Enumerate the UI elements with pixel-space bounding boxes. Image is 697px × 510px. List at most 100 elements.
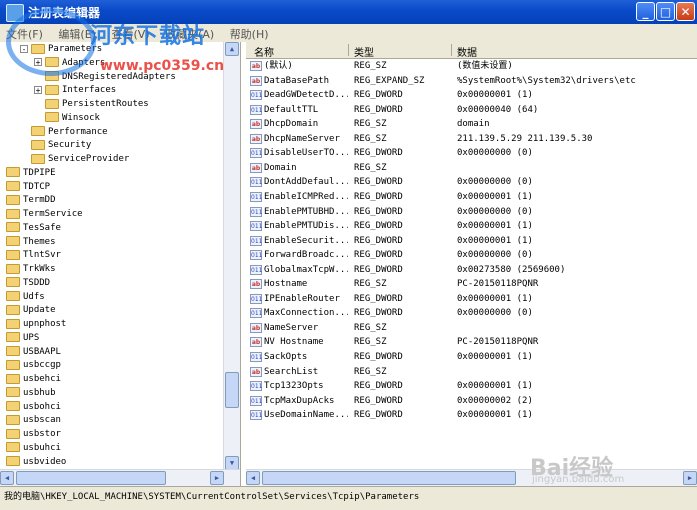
scroll-right-icon[interactable]: ▶: [210, 471, 224, 485]
scroll-up-icon[interactable]: ▲: [225, 42, 239, 56]
tree-vertical-scrollbar[interactable]: ▲ ▼: [223, 42, 240, 470]
values-horizontal-scrollbar[interactable]: ◀ ▶: [246, 469, 697, 486]
value-row[interactable]: 011 SackOpts REG_DWORD 0x00000001 (1): [246, 350, 697, 365]
value-row[interactable]: 011 DisableUserTO... REG_DWORD 0x00000000 (…: [246, 146, 697, 161]
tree-item[interactable]: UPS: [6, 332, 39, 345]
scroll-thumb[interactable]: [16, 471, 166, 485]
value-row[interactable]: 011 DefaultTTL REG_DWORD 0x00000040 (64): [246, 103, 697, 118]
string-value-icon: ab: [250, 337, 262, 348]
tree-item[interactable]: TDPIPE: [6, 167, 56, 180]
value-type: REG_DWORD: [354, 148, 403, 159]
tree-item[interactable]: TesSafe: [6, 222, 61, 235]
scroll-thumb[interactable]: [262, 471, 516, 485]
value-row[interactable]: 011 GlobalmaxTcpW... REG_DWORD 0x00273580 (…: [246, 263, 697, 278]
value-row[interactable]: 011 MaxConnection... REG_DWORD 0x00000000 (…: [246, 306, 697, 321]
status-bar: 我的电脑\HKEY_LOCAL_MACHINE\SYSTEM\CurrentCo…: [0, 486, 697, 510]
column-type[interactable]: 类型: [354, 44, 374, 59]
tree-item[interactable]: + Interfaces: [34, 84, 116, 97]
value-row[interactable]: ab DhcpDomain REG_SZ domain: [246, 117, 697, 132]
value-row[interactable]: 011 IPEnableRouter REG_DWORD 0x00000001 (1): [246, 292, 697, 307]
folder-icon: [6, 387, 20, 398]
value-row[interactable]: 011 DontAddDefaul... REG_DWORD 0x00000000 (…: [246, 175, 697, 190]
value-row[interactable]: ab NV Hostname REG_SZ PC-20150118PQNR: [246, 335, 697, 350]
tree-item[interactable]: upnphost: [6, 318, 66, 331]
tree-item-label: TlntSvr: [23, 250, 61, 261]
tree-item[interactable]: TrkWks: [6, 263, 56, 276]
string-value-icon: ab: [250, 119, 262, 130]
tree-item[interactable]: Winsock: [34, 112, 100, 125]
tree-item[interactable]: Performance: [20, 126, 108, 139]
value-row[interactable]: ab DhcpNameServer REG_SZ 211.139.5.29 211.1…: [246, 132, 697, 147]
tree-item-label: Udfs: [23, 291, 45, 302]
folder-icon: [6, 249, 20, 260]
column-header: 名称 类型 数据: [246, 42, 697, 59]
scroll-right-icon[interactable]: ▶: [683, 471, 697, 485]
folder-icon: [6, 456, 20, 466]
value-row[interactable]: ab NameServer REG_SZ: [246, 321, 697, 336]
value-row[interactable]: 011 EnableICMPRed... REG_DWORD 0x00000001 (…: [246, 190, 697, 205]
scroll-left-icon[interactable]: ◀: [0, 471, 14, 485]
folder-icon: [6, 277, 20, 288]
tree-item[interactable]: usbhub: [6, 387, 56, 400]
values-pane[interactable]: 名称 类型 数据 ab (默认) REG_SZ (数值未设置) ab DataBasePa…: [246, 42, 697, 486]
tree-item[interactable]: ServiceProvider: [20, 153, 129, 166]
tree-item[interactable]: TSDDD: [6, 277, 50, 290]
value-data: 0x00000001 (1): [457, 410, 533, 421]
expand-icon[interactable]: +: [34, 85, 42, 94]
column-name[interactable]: 名称: [254, 44, 274, 59]
tree-item[interactable]: usbehci: [6, 373, 61, 386]
value-data: 0x00000000 (0): [457, 308, 533, 319]
string-value-icon: ab: [250, 162, 262, 173]
scroll-down-icon[interactable]: ▼: [225, 456, 239, 470]
tree-item[interactable]: usbscan: [6, 414, 61, 427]
tree-item[interactable]: TermDD: [6, 194, 56, 207]
value-row[interactable]: 011 Tcp1323Opts REG_DWORD 0x00000001 (1): [246, 379, 697, 394]
tree-item[interactable]: usbuhci: [6, 442, 61, 455]
tree-item[interactable]: Security: [20, 139, 91, 152]
value-row[interactable]: 011 EnablePMTUDis... REG_DWORD 0x00000001 (…: [246, 219, 697, 234]
value-data: 0x00000001 (1): [457, 221, 533, 232]
value-row[interactable]: 011 EnablePMTUBHD... REG_DWORD 0x00000000 (…: [246, 205, 697, 220]
tree-item[interactable]: usbvideo: [6, 456, 66, 469]
close-button[interactable]: ✕: [676, 2, 695, 21]
column-data[interactable]: 数据: [457, 44, 477, 59]
folder-icon: [6, 373, 20, 384]
value-row[interactable]: 011 UseDomainName... REG_DWORD 0x00000001 (…: [246, 408, 697, 423]
value-row[interactable]: 011 TcpMaxDupAcks REG_DWORD 0x00000002 (2): [246, 394, 697, 409]
tree-item[interactable]: usbccgp: [6, 359, 61, 372]
tree-horizontal-scrollbar[interactable]: ◀ ▶: [0, 469, 240, 486]
tree-item-label: Performance: [48, 126, 108, 137]
folder-icon: [6, 346, 20, 356]
binary-value-icon: 011: [250, 308, 263, 319]
folder-icon: [45, 98, 59, 109]
binary-value-icon: 011: [250, 191, 263, 202]
scroll-left-icon[interactable]: ◀: [246, 471, 260, 485]
tree-pane[interactable]: - Parameters + Adapters DNSRegisteredAdapter…: [0, 42, 241, 486]
menu-help[interactable]: 帮助(H): [224, 24, 275, 44]
value-row[interactable]: ab Domain REG_SZ: [246, 161, 697, 176]
tree-item[interactable]: PersistentRoutes: [34, 98, 149, 111]
minimize-button[interactable]: _: [636, 2, 655, 21]
tree-item[interactable]: Udfs: [6, 291, 45, 304]
tree-item[interactable]: TlntSvr: [6, 249, 61, 262]
value-row[interactable]: 011 EnableSecurit... REG_DWORD 0x00000001 (…: [246, 234, 697, 249]
value-row[interactable]: 011 DeadGWDetectD... REG_DWORD 0x00000001 (…: [246, 88, 697, 103]
folder-icon: [6, 442, 20, 453]
value-row[interactable]: 011 ForwardBroadc... REG_DWORD 0x00000000 (…: [246, 248, 697, 263]
tree-item[interactable]: usbstor: [6, 428, 61, 441]
value-row[interactable]: ab Hostname REG_SZ PC-20150118PQNR: [246, 277, 697, 292]
tree-item[interactable]: Update: [6, 304, 56, 317]
scroll-thumb[interactable]: [225, 372, 239, 408]
value-name: Domain: [264, 162, 297, 173]
value-type: REG_DWORD: [354, 264, 403, 275]
maximize-button[interactable]: □: [656, 2, 675, 21]
value-row[interactable]: ab SearchList REG_SZ: [246, 365, 697, 380]
value-row[interactable]: ab (默认) REG_SZ (数值未设置): [246, 59, 697, 74]
tree-item[interactable]: TDTCP: [6, 181, 50, 194]
tree-item[interactable]: USBAAPL: [6, 346, 61, 359]
value-type: REG_DWORD: [354, 352, 403, 362]
tree-item[interactable]: Themes: [6, 236, 56, 249]
value-row[interactable]: ab DataBasePath REG_EXPAND_SZ %SystemRoot%\…: [246, 74, 697, 89]
tree-item[interactable]: usbohci: [6, 401, 61, 414]
tree-item[interactable]: TermService: [6, 208, 83, 221]
